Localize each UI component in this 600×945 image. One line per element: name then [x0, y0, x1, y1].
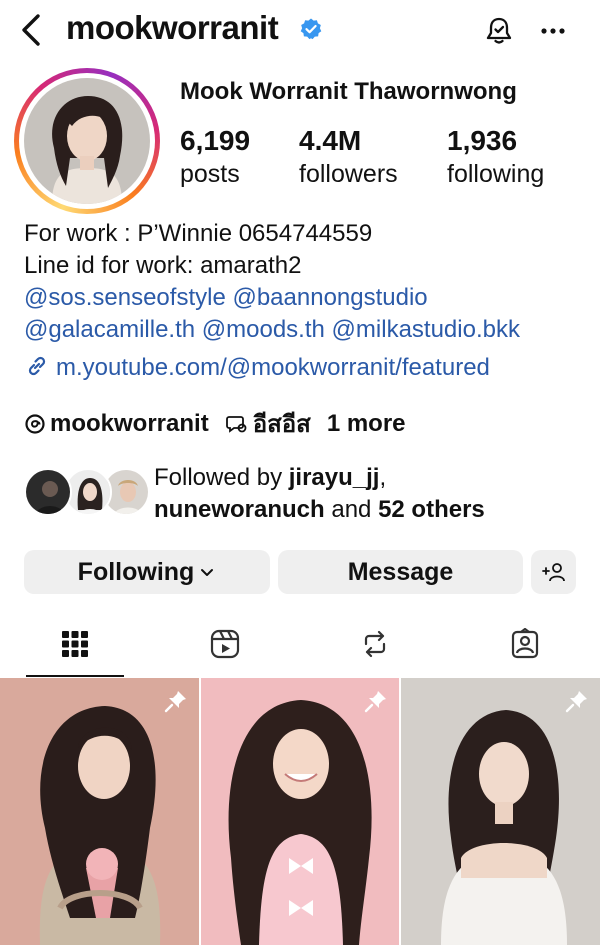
- message-button-label: Message: [347, 557, 454, 586]
- post-thumbnail[interactable]: [201, 678, 399, 945]
- bio-mentions-row: @galacamille.th @moods.th @milkastudio.b…: [24, 314, 520, 346]
- follower-username[interactable]: nuneworanuch: [154, 496, 325, 523]
- followed-by-row[interactable]: Followed by jirayu_jj, nuneworanuch and …: [24, 460, 584, 530]
- more-chip-label: 1 more: [326, 409, 406, 437]
- more-chip[interactable]: 1 more: [327, 410, 406, 438]
- following-button-label: Following: [77, 557, 195, 586]
- external-link[interactable]: m.youtube.com/@mookworranit/featured: [24, 353, 490, 382]
- bio-line-line-id: Line id for work: amarath2: [24, 252, 302, 279]
- add-person-button[interactable]: [531, 550, 576, 594]
- tag-chip[interactable]: อีสอีส: [225, 404, 311, 443]
- add-person-icon: [541, 563, 565, 582]
- chevron-left-icon[interactable]: [14, 10, 50, 50]
- pin-icon: [164, 691, 186, 713]
- post-thumbnail[interactable]: [0, 678, 199, 945]
- mention-link[interactable]: @moods.th: [202, 316, 325, 343]
- threads-chip[interactable]: mookworranit: [24, 410, 209, 438]
- tab-tagged[interactable]: [450, 612, 600, 676]
- followed-by-text: Followed by jirayu_jj, nuneworanuch and …: [154, 464, 485, 523]
- more-horizontal-icon[interactable]: [538, 16, 568, 46]
- tab-reels[interactable]: [150, 612, 300, 676]
- mention-link[interactable]: @galacamille.th: [24, 316, 195, 343]
- story-ring[interactable]: [14, 68, 160, 214]
- stat-value: 6,199: [180, 125, 251, 156]
- tab-posts-grid[interactable]: [0, 612, 150, 676]
- stat-value: 4.4M: [299, 125, 362, 156]
- profile-chips: mookworranit อีสอีส 1 more: [24, 404, 422, 443]
- stat-label: following: [447, 160, 545, 188]
- active-tab-indicator: [26, 675, 124, 677]
- follower-avatar: [24, 468, 72, 516]
- avatar[interactable]: [24, 78, 150, 204]
- stat-label: followers: [299, 160, 398, 188]
- full-name: Mook Worranit Thawornwong: [180, 78, 517, 105]
- profile-tabs: [0, 612, 600, 678]
- threads-icon: [25, 413, 45, 434]
- top-bar: mookworranit: [0, 0, 600, 62]
- grid-icon: [62, 631, 88, 657]
- tab-reposts[interactable]: [300, 612, 450, 676]
- followers-others-count[interactable]: 52 others: [378, 496, 485, 523]
- message-button[interactable]: Message: [278, 550, 523, 594]
- follower-username[interactable]: jirayu_jj: [289, 464, 380, 491]
- tag-chip-label: อีสอีส: [252, 411, 311, 438]
- stat-value: 1,936: [447, 125, 518, 156]
- link-icon: [28, 356, 46, 376]
- external-link-text: m.youtube.com/@mookworranit/featured: [56, 354, 490, 381]
- mention-link[interactable]: @sos.senseofstyle: [24, 284, 226, 311]
- repost-icon: [364, 630, 386, 658]
- tagged-icon: [511, 628, 539, 659]
- stat-following[interactable]: 1,936 following: [447, 124, 544, 190]
- mention-link[interactable]: @baannongstudio: [232, 284, 427, 311]
- posts-grid: [0, 678, 600, 945]
- following-button[interactable]: Following: [24, 550, 270, 594]
- reels-icon: [210, 629, 240, 659]
- verified-badge-icon: [300, 18, 322, 40]
- stat-followers[interactable]: 4.4M followers: [299, 124, 398, 190]
- bell-icon[interactable]: [482, 14, 516, 48]
- stat-posts[interactable]: 6,199 posts: [180, 124, 250, 190]
- stat-label: posts: [180, 160, 240, 188]
- profile-username: mookworranit: [66, 9, 279, 46]
- chat-bubble-icon: [225, 415, 247, 433]
- bio-line-work: For work : P’Winnie 0654744559: [24, 220, 373, 247]
- pin-icon: [364, 691, 386, 713]
- bio-mentions-row: @sos.senseofstyle @baannongstudio: [24, 282, 428, 314]
- threads-chip-label: mookworranit: [50, 409, 209, 437]
- mention-link[interactable]: @milkastudio.bkk: [332, 316, 520, 343]
- chevron-down-icon: [201, 569, 214, 576]
- post-thumbnail[interactable]: [401, 678, 600, 945]
- pin-icon: [565, 691, 587, 713]
